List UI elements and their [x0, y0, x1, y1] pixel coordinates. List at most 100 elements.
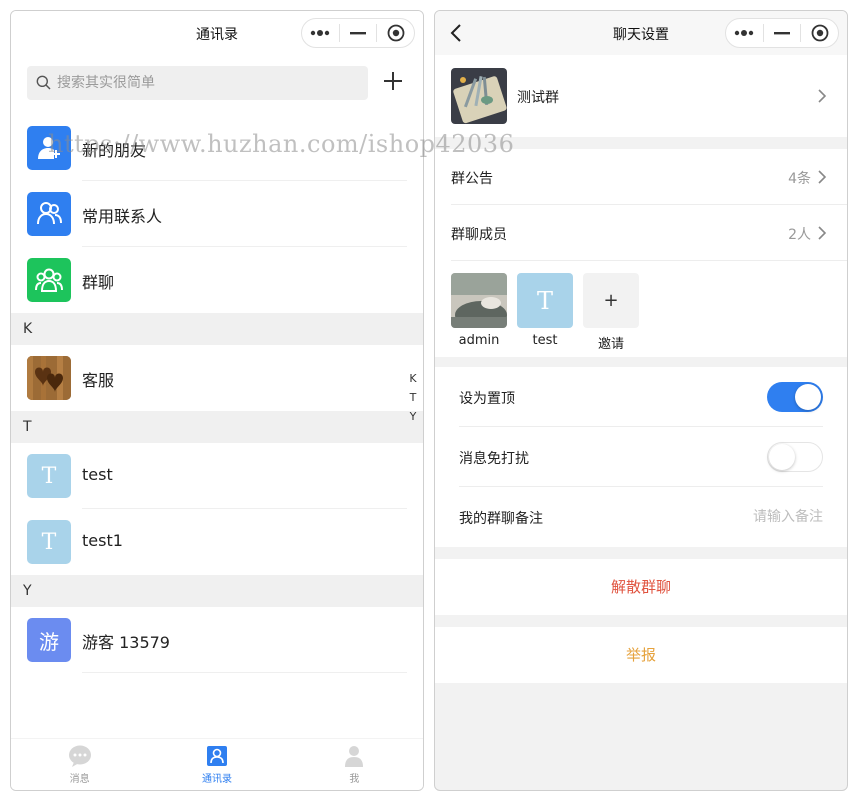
announcement-row[interactable]: 群公告 4条	[435, 149, 847, 205]
minimize-button[interactable]	[340, 19, 377, 47]
contact-name: 常用联系人	[82, 207, 163, 226]
avatar: T	[27, 520, 71, 564]
chat-settings-screen: 聊天设置 测试群 群公告 4条 群聊成员 2人 admin T test + 邀…	[434, 10, 848, 791]
member-avatar	[451, 273, 507, 328]
mute-label: 消息免打扰	[459, 451, 529, 467]
invite-label: 邀请	[597, 337, 624, 352]
list-item-test1[interactable]: T test1	[11, 509, 423, 575]
avatar	[27, 192, 71, 236]
contact-name: 游客 13579	[82, 633, 170, 652]
invite-button[interactable]: + 邀请	[583, 273, 639, 352]
add-icon[interactable]	[381, 69, 405, 93]
member-admin[interactable]: admin	[451, 273, 507, 348]
nav-bar: 聊天设置	[435, 11, 847, 55]
contacts-icon	[206, 746, 227, 766]
target-circle-icon	[811, 24, 829, 42]
mini-program-capsule	[725, 18, 839, 48]
index-letter-y[interactable]: Y	[407, 407, 419, 426]
list-item-guest[interactable]: 游 游客 13579	[11, 607, 423, 673]
close-button[interactable]	[801, 19, 838, 47]
chevron-right-icon	[818, 89, 827, 103]
section-header-y: Y	[11, 575, 423, 607]
tab-messages[interactable]: 消息	[11, 739, 148, 790]
search-input[interactable]	[57, 66, 357, 100]
avatar-letter: T	[41, 463, 57, 489]
list-item-group-chats[interactable]: 群聊	[11, 247, 423, 313]
search-box[interactable]	[27, 66, 368, 100]
minus-icon	[350, 32, 366, 35]
chat-bubble-icon	[68, 745, 91, 767]
close-button[interactable]	[377, 19, 414, 47]
person-icon	[345, 746, 364, 767]
hearts-wood-image	[27, 356, 71, 400]
group-info-row[interactable]: 测试群	[435, 55, 847, 137]
more-dots-icon	[311, 30, 330, 36]
remark-input[interactable]	[673, 507, 823, 527]
contact-name: test1	[82, 531, 123, 550]
target-circle-icon	[387, 24, 405, 42]
chevron-right-icon	[818, 170, 827, 184]
index-letter-k[interactable]: K	[407, 369, 419, 388]
more-button[interactable]	[302, 19, 339, 47]
group-avatar	[451, 68, 507, 124]
invite-tile: +	[583, 273, 639, 328]
member-avatar: T	[517, 273, 573, 328]
tab-label: 消息	[69, 774, 90, 785]
avatar	[27, 356, 71, 400]
pin-row: 设为置顶	[435, 367, 847, 427]
minus-icon	[774, 32, 790, 35]
pin-toggle[interactable]	[767, 382, 823, 412]
section-header-t: T	[11, 411, 423, 443]
members-count: 2人	[788, 227, 811, 243]
search-icon	[36, 75, 51, 90]
list-item-frequent-contacts[interactable]: 常用联系人	[11, 181, 423, 247]
contact-name: 新的朋友	[82, 141, 147, 160]
tab-label: 我	[349, 774, 360, 785]
avatar	[27, 258, 71, 302]
member-grid: admin T test + 邀请	[435, 261, 847, 357]
tab-bar: 消息 通讯录 我	[11, 738, 423, 790]
contact-name: 客服	[82, 371, 115, 390]
section-header-k: K	[11, 313, 423, 345]
contact-name: 群聊	[82, 273, 115, 292]
group-icon	[35, 268, 63, 292]
members-row[interactable]: 群聊成员 2人	[435, 205, 847, 261]
avatar: T	[27, 454, 71, 498]
tab-label: 通讯录	[201, 774, 232, 785]
user-add-icon	[38, 137, 60, 159]
plus-icon: +	[603, 290, 619, 311]
remark-row: 我的群聊备注	[435, 487, 847, 547]
pin-label: 设为置顶	[459, 391, 515, 407]
dissolve-group-button[interactable]: 解散群聊	[435, 559, 847, 615]
list-item-new-friends[interactable]: 新的朋友	[11, 115, 423, 181]
avatar-letter: 游	[39, 629, 59, 654]
alphabet-index[interactable]: K T Y	[407, 369, 419, 426]
contact-name: test	[82, 465, 113, 484]
avatar: 游	[27, 618, 71, 662]
avatar-letter: T	[41, 529, 57, 555]
contacts-screen: 通讯录 搜索其实很简单 新的朋友 常用联系人 群聊 K 客服 T T test …	[10, 10, 424, 791]
nav-bar: 通讯录	[11, 11, 423, 55]
member-test[interactable]: T test	[517, 273, 573, 348]
tab-contacts[interactable]: 通讯录	[148, 739, 285, 790]
photo-image	[451, 273, 507, 328]
avatar	[27, 126, 71, 170]
announcement-count: 4条	[788, 171, 811, 187]
more-button[interactable]	[726, 19, 763, 47]
mute-row: 消息免打扰	[435, 427, 847, 487]
report-button[interactable]: 举报	[435, 627, 847, 683]
minimize-button[interactable]	[764, 19, 801, 47]
tab-me[interactable]: 我	[286, 739, 423, 790]
index-letter-t[interactable]: T	[407, 388, 419, 407]
remark-label: 我的群聊备注	[459, 511, 543, 527]
announcement-label: 群公告	[451, 171, 493, 187]
search-row	[11, 55, 423, 115]
mini-program-capsule	[301, 18, 415, 48]
group-name: 测试群	[517, 90, 559, 106]
users-icon	[37, 202, 62, 225]
mute-toggle[interactable]	[767, 442, 823, 472]
avatar-letter: T	[536, 286, 553, 315]
list-item-test[interactable]: T test	[11, 443, 423, 509]
more-dots-icon	[735, 30, 754, 36]
list-item-customer-service[interactable]: 客服	[11, 345, 423, 411]
